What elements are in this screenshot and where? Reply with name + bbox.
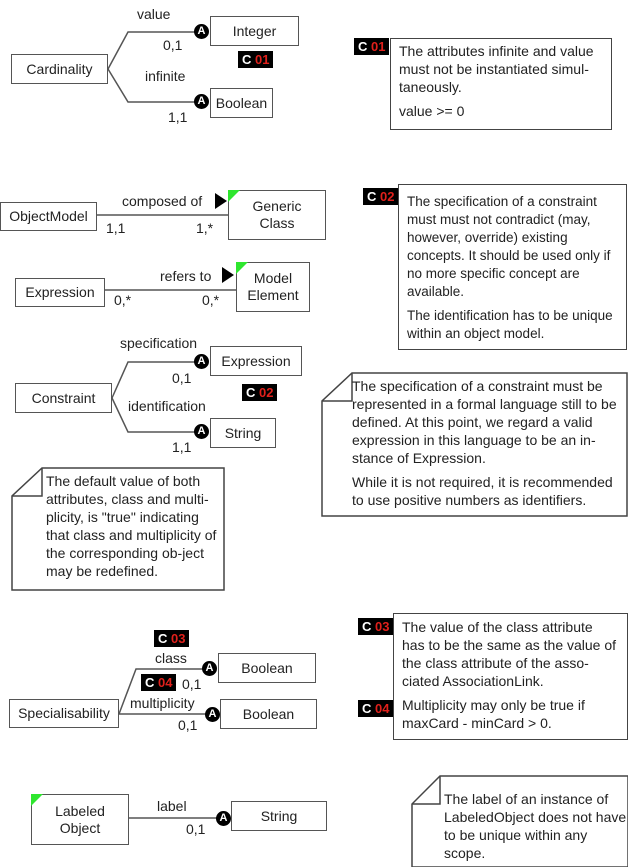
type-string[interactable]: String bbox=[231, 801, 327, 831]
class-specialisability[interactable]: Specialisability bbox=[9, 699, 119, 728]
multiplicity-label: 1,* bbox=[196, 220, 214, 236]
note-text: Multiplicity may only be true if maxCard… bbox=[402, 697, 585, 731]
constraint-tag: C 01 bbox=[238, 51, 274, 68]
relation-label: composed of bbox=[122, 193, 203, 209]
note-default-value: The default value of both attributes, cl… bbox=[46, 472, 224, 586]
multiplicity-label: 0,1 bbox=[186, 821, 206, 837]
constraint-note-c01: The attributes infinite and value must n… bbox=[390, 38, 612, 130]
type-boolean[interactable]: Boolean bbox=[210, 88, 273, 118]
constraint-tag: C 04 bbox=[358, 700, 394, 717]
multiplicity-label: 0,1 bbox=[172, 370, 192, 386]
note-text: The default value of both attributes, cl… bbox=[46, 473, 217, 579]
note-label: The label of an instance of LabeledObjec… bbox=[444, 790, 628, 868]
attribute-badge-icon: A bbox=[194, 424, 209, 439]
class-objectmodel[interactable]: ObjectModel bbox=[0, 202, 97, 231]
note-text: The value of the class attribute has to … bbox=[402, 619, 617, 689]
attribute-badge-icon: A bbox=[194, 24, 209, 39]
constraint-tag: C 04 bbox=[141, 674, 177, 691]
type-boolean[interactable]: Boolean bbox=[220, 699, 317, 729]
class-expression[interactable]: Expression bbox=[15, 278, 105, 307]
constraint-note-c03-c04: The value of the class attribute has to … bbox=[393, 613, 628, 740]
multiplicity-label: 1,1 bbox=[168, 109, 188, 125]
attribute-label: identification bbox=[128, 398, 206, 414]
attribute-badge-icon: A bbox=[202, 661, 217, 676]
multiplicity-label: 1,1 bbox=[106, 220, 126, 236]
constraint-tag: C 01 bbox=[354, 38, 390, 55]
note-text: The specification of a constraint must m… bbox=[407, 194, 611, 299]
class-cardinality[interactable]: Cardinality bbox=[11, 54, 108, 84]
type-expression[interactable]: Expression bbox=[210, 346, 302, 376]
direction-arrow-icon bbox=[215, 193, 227, 209]
note-text: The label of an instance of LabeledObjec… bbox=[444, 791, 627, 861]
type-boolean[interactable]: Boolean bbox=[218, 653, 316, 683]
constraint-tag: C 03 bbox=[358, 618, 394, 635]
note-text: The attributes infinite and value must n… bbox=[399, 43, 594, 95]
note-text: The identification has to be unique with… bbox=[407, 308, 613, 341]
attribute-label: infinite bbox=[145, 68, 186, 84]
attribute-badge-icon: A bbox=[194, 354, 209, 369]
class-generic-class[interactable]: Generic Class bbox=[228, 190, 326, 240]
attribute-badge-icon: A bbox=[216, 811, 231, 826]
constraint-tag: C 02 bbox=[363, 188, 399, 205]
note-constraint: The specification of a constraint must b… bbox=[352, 377, 627, 515]
class-constraint[interactable]: Constraint bbox=[15, 383, 112, 413]
attribute-badge-icon: A bbox=[205, 707, 220, 722]
direction-arrow-icon bbox=[222, 267, 234, 283]
abstract-corner-icon bbox=[31, 794, 43, 806]
multiplicity-label: 0,1 bbox=[163, 37, 183, 53]
attribute-label: label bbox=[157, 798, 187, 814]
constraint-note-c02: The specification of a constraint must m… bbox=[398, 184, 627, 350]
note-text: value >= 0 bbox=[399, 103, 465, 119]
multiplicity-label: 0,* bbox=[114, 292, 132, 308]
attribute-label: specification bbox=[120, 335, 198, 351]
class-labeled-object[interactable]: Labeled Object bbox=[31, 794, 129, 845]
attribute-label: value bbox=[137, 6, 171, 22]
attribute-label: class bbox=[155, 650, 187, 666]
multiplicity-label: 0,* bbox=[202, 292, 220, 308]
constraint-tag: C 03 bbox=[154, 630, 190, 647]
multiplicity-label: 1,1 bbox=[172, 439, 192, 455]
note-text: While it is not required, it is recommen… bbox=[352, 474, 613, 508]
type-string[interactable]: String bbox=[210, 418, 276, 448]
class-model-element[interactable]: Model Element bbox=[236, 262, 310, 312]
multiplicity-label: 0,1 bbox=[182, 676, 202, 692]
abstract-corner-icon bbox=[236, 262, 248, 274]
abstract-corner-icon bbox=[228, 190, 240, 202]
type-integer[interactable]: Integer bbox=[210, 16, 299, 46]
constraint-tag: C 02 bbox=[242, 384, 278, 401]
multiplicity-label: 0,1 bbox=[178, 717, 198, 733]
note-text: The specification of a constraint must b… bbox=[352, 378, 617, 466]
attribute-label: multiplicity bbox=[130, 695, 195, 711]
attribute-badge-icon: A bbox=[194, 94, 209, 109]
relation-label: refers to bbox=[160, 268, 212, 284]
